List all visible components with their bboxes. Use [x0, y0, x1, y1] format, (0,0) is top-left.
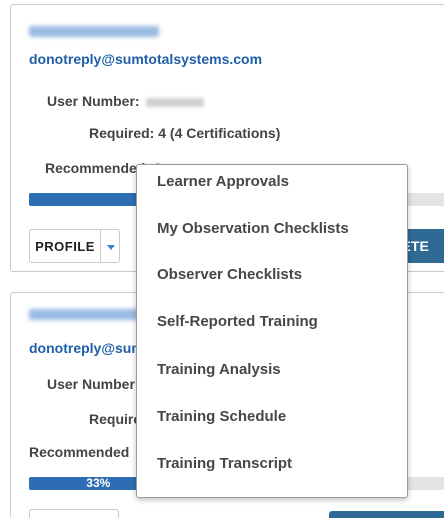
complete-button[interactable] — [329, 511, 444, 518]
menu-item-training-transcript[interactable]: Training Transcript — [157, 449, 399, 479]
user-number-row: User Number: — [47, 93, 204, 109]
learner-email[interactable]: donotreply@sumtotalsystems.com — [29, 51, 262, 67]
profile-button[interactable] — [29, 509, 119, 518]
menu-item-training-schedule[interactable]: Training Schedule — [157, 402, 399, 432]
menu-item-my-observation-checklists[interactable]: My Observation Checklists — [157, 214, 399, 244]
learner-name-redacted — [29, 309, 139, 320]
user-number-row: User Number: — [47, 376, 140, 392]
menu-item-observer-checklists[interactable]: Observer Checklists — [157, 260, 399, 290]
required-count: Required: 4 (4 Certifications) — [89, 125, 281, 141]
recommended-count: Recommended — [29, 444, 130, 460]
learner-name-redacted — [29, 26, 159, 37]
learner-cards-view: donotreply@sumtotalsystems.com User Numb… — [0, 0, 444, 518]
profile-menu-toggle[interactable] — [100, 229, 120, 263]
menu-item-learner-approvals[interactable]: Learner Approvals — [157, 167, 399, 197]
menu-item-training-analysis[interactable]: Training Analysis — [157, 355, 399, 385]
profile-button[interactable]: PROFILE — [29, 229, 101, 263]
user-number-label: User Number: — [47, 93, 140, 109]
profile-dropdown-menu: Learner Approvals My Observation Checkli… — [136, 164, 408, 498]
menu-item-self-reported-training[interactable]: Self-Reported Training — [157, 307, 399, 337]
user-number-label: User Number: — [47, 376, 140, 392]
user-number-redacted — [145, 97, 204, 107]
